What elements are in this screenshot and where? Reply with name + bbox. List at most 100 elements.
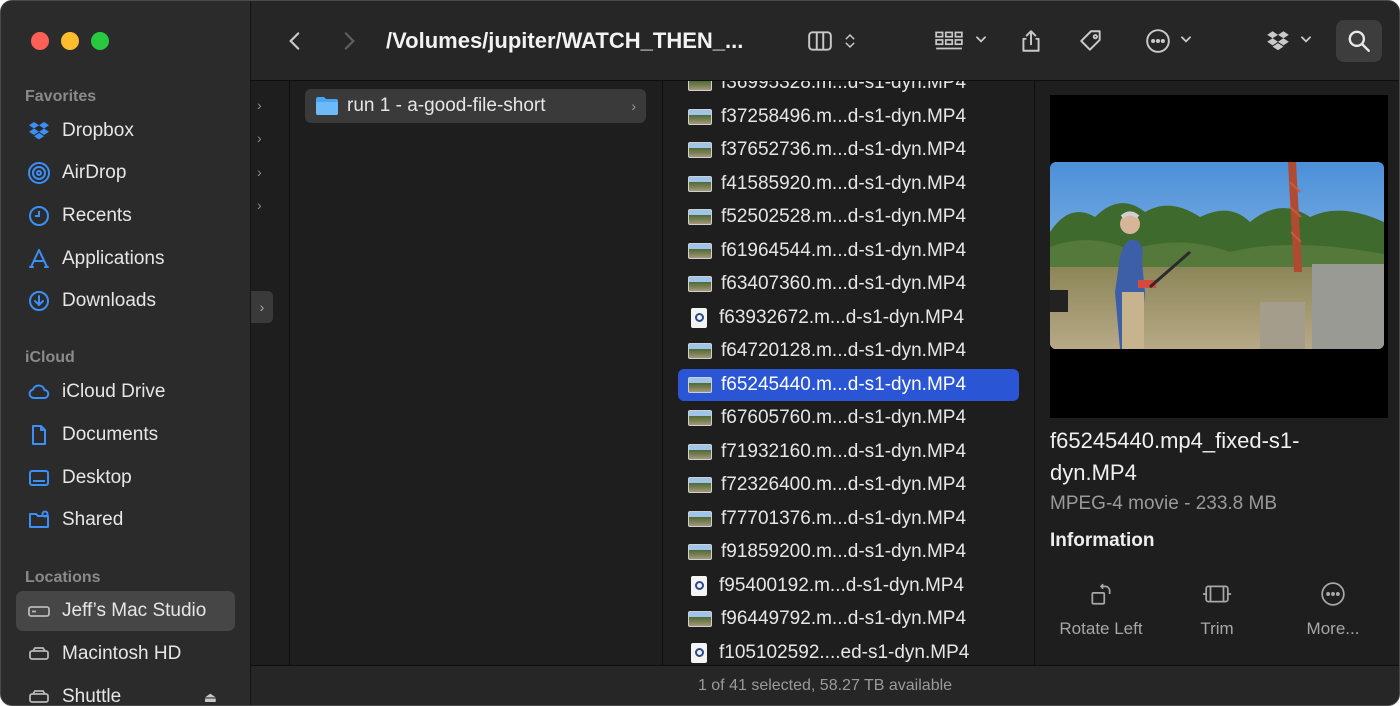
group-button[interactable] [931,23,991,59]
sidebar-item-label: Downloads [62,290,156,311]
sidebar-item-downloads[interactable]: Downloads [16,281,235,321]
file-row[interactable]: f36995328.m...d-s1-dyn.MP4 [678,81,1019,99]
sidebar-item-macintosh-hd[interactable]: Macintosh HD [16,634,235,674]
chevron-right-icon: › [257,197,262,213]
video-thumbnail-icon [688,81,712,91]
file-row[interactable]: f37652736.m...d-s1-dyn.MP4 [678,134,1019,166]
sidebar-item-shared[interactable]: Shared [16,500,235,540]
document-icon [16,423,62,447]
sidebar-item-recents[interactable]: Recents [16,196,235,236]
sidebar-section-locations: Locations [25,569,101,586]
file-name: f72326400.m...d-s1-dyn.MP4 [721,474,967,495]
more-button[interactable]: More... [1273,581,1393,639]
sidebar-item-label: Shuttle [62,686,122,706]
file-name: f65245440.m...d-s1-dyn.MP4 [721,373,967,395]
quicktime-document-icon [691,575,707,596]
file-name: f52502528.m...d-s1-dyn.MP4 [721,206,967,227]
file-row[interactable]: f91859200.m...d-s1-dyn.MP4 [678,536,1019,568]
sidebar-item-shuttle[interactable]: Shuttle ⏏ [16,677,235,706]
file-row[interactable]: f41585920.m...d-s1-dyn.MP4 [678,168,1019,200]
sidebar-item-label: Jeff’s Mac Studio [62,600,207,621]
search-button[interactable] [1336,20,1382,62]
file-row[interactable]: f67605760.m...d-s1-dyn.MP4 [678,402,1019,434]
file-name: f37258496.m...d-s1-dyn.MP4 [721,105,967,127]
view-mode-button[interactable] [801,23,865,59]
video-thumbnail-icon [688,343,712,359]
column-parent[interactable]: › › › › › [251,81,290,665]
dropbox-toolbar-button[interactable] [1261,23,1317,59]
desktop-icon [16,466,62,490]
preview-filename: f65245440.mp4_fixed-s1-dyn.MP4 [1050,428,1300,485]
columns-view-icon [808,31,832,51]
sidebar-item-jeffs-mac-studio[interactable]: Jeff’s Mac Studio [16,591,235,631]
chevron-down-icon [1291,32,1313,51]
information-heading: Information [1050,530,1155,551]
forward-button[interactable] [335,23,363,59]
folder-row[interactable]: run 1 - a-good-file-short › [305,89,646,123]
file-name: f61964544.m...d-s1-dyn.MP4 [721,239,967,261]
trim-button[interactable]: Trim [1157,581,1277,639]
share-button[interactable] [1016,23,1046,59]
close-window-button[interactable] [31,32,49,50]
search-icon [1348,30,1370,52]
action-button[interactable] [1139,23,1199,59]
column-browser: › › › › › run 1 - a-good-file-short › f3… [251,81,1399,665]
file-name: f41585920.m...d-s1-dyn.MP4 [721,172,967,194]
chevron-down-icon [964,32,988,51]
file-row[interactable]: f63407360.m...d-s1-dyn.MP4 [678,268,1019,300]
eject-icon[interactable]: ⏏ [204,689,217,706]
file-row[interactable]: f65245440.m...d-s1-dyn.MP4 [678,368,1019,401]
video-thumbnail-icon [688,443,712,460]
sidebar-item-airdrop[interactable]: AirDrop [16,153,235,193]
sidebar-item-label: Desktop [62,467,132,488]
sidebar-item-icloud-drive[interactable]: iCloud Drive [16,372,235,412]
file-row[interactable]: f61964544.m...d-s1-dyn.MP4 [678,235,1019,267]
more-label: More... [1306,619,1360,638]
folder-label: run 1 - a-good-file-short [347,95,546,116]
airdrop-icon [16,161,62,185]
sidebar-section-favorites: Favorites [25,88,97,105]
file-row[interactable]: f64720128.m...d-s1-dyn.MP4 [678,335,1019,367]
video-thumbnail [1050,162,1384,349]
trim-label: Trim [1200,619,1234,638]
sidebar-item-desktop[interactable]: Desktop [16,458,235,498]
file-row[interactable]: f95400192.m...d-s1-dyn.MP4 [678,570,1019,602]
download-icon [16,289,62,313]
file-name: f67605760.m...d-s1-dyn.MP4 [721,407,967,428]
file-row[interactable]: f37258496.m...d-s1-dyn.MP4 [678,101,1019,133]
file-row[interactable]: f71932160.m...d-s1-dyn.MP4 [678,436,1019,468]
rotate-left-button[interactable]: Rotate Left [1041,581,1161,639]
video-thumbnail-icon [688,376,712,393]
tags-button[interactable] [1074,23,1108,59]
file-row[interactable]: f77701376.m...d-s1-dyn.MP4 [678,503,1019,535]
sidebar-item-applications[interactable]: Applications [16,239,235,279]
grid-icon [935,31,963,50]
sidebar-item-label: Shared [62,509,124,530]
status-text: 1 of 41 selected, 58.27 TB available [697,677,953,694]
minimize-window-button[interactable] [61,32,79,50]
sidebar-item-dropbox[interactable]: Dropbox [16,111,235,151]
toolbar: /Volumes/jupiter/WATCH_THEN_... [251,1,1399,81]
dropbox-icon [16,119,62,143]
zoom-window-button[interactable] [91,32,109,50]
file-row[interactable]: f52502528.m...d-s1-dyn.MP4 [678,201,1019,233]
preview-kind: MPEG-4 movie - 233.8 MB [1050,493,1278,514]
computer-icon [16,599,62,623]
file-row[interactable]: f63932672.m...d-s1-dyn.MP4 [678,302,1019,334]
sidebar-item-documents[interactable]: Documents [16,415,235,455]
quicktime-document-icon [691,307,707,328]
video-thumbnail-icon [688,544,712,560]
chevron-right-icon[interactable]: › [251,291,273,323]
file-name: f63932672.m...d-s1-dyn.MP4 [719,306,965,328]
chevron-right-icon: › [631,98,636,114]
file-name: f91859200.m...d-s1-dyn.MP4 [721,541,967,562]
file-row[interactable]: f72326400.m...d-s1-dyn.MP4 [678,469,1019,501]
video-thumbnail-icon [688,242,712,259]
chevron-down-icon [1171,32,1193,51]
file-row[interactable]: f105102592....ed-s1-dyn.MP4 [678,637,1019,666]
file-row[interactable]: f96449792.m...d-s1-dyn.MP4 [678,603,1019,635]
video-thumbnail-icon [688,175,712,192]
rotate-left-label: Rotate Left [1059,619,1143,638]
back-button[interactable] [281,23,309,59]
video-preview[interactable] [1050,95,1388,418]
